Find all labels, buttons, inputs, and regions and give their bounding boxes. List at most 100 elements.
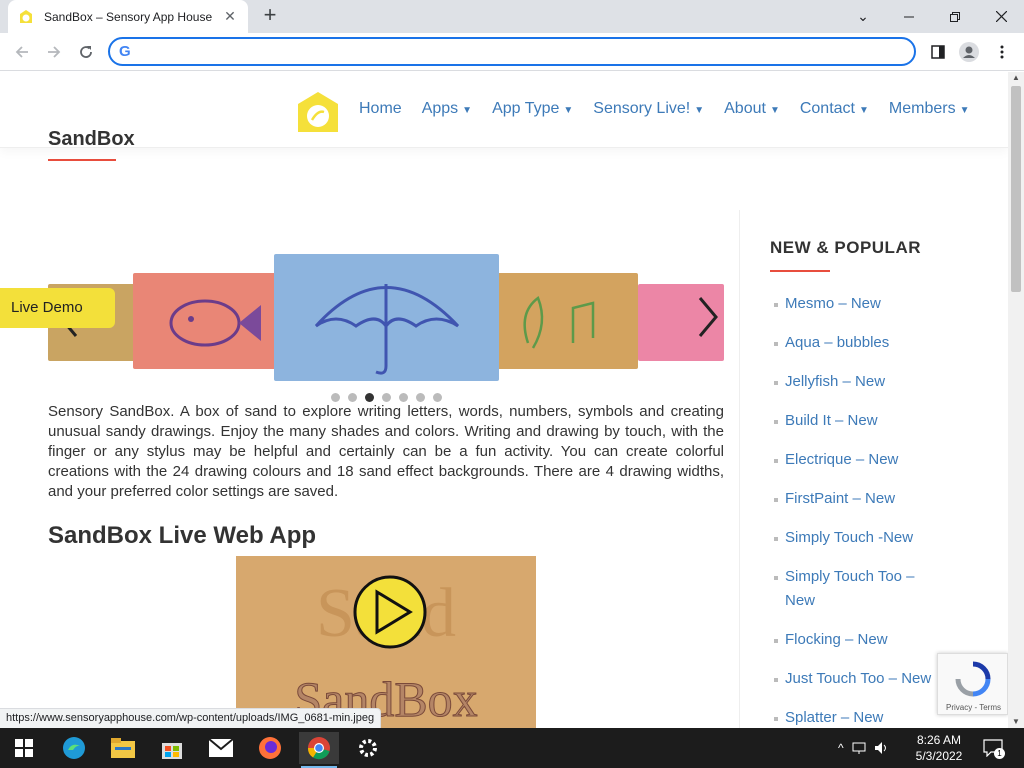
carousel-slide-sand-2[interactable]: [488, 273, 638, 369]
taskbar-store[interactable]: [152, 732, 192, 764]
post-description: Sensory SandBox. A box of sand to explor…: [48, 403, 724, 500]
sidebar-new-popular: NEW & POPULAR Mesmo – New Aqua – bubbles…: [770, 238, 950, 728]
caret-down-icon: ▼: [462, 105, 473, 116]
nav-item-sensory-live[interactable]: Sensory Live! ▼: [593, 100, 704, 118]
carousel-dot[interactable]: [331, 393, 340, 402]
video-thumbnail[interactable]: Sand SandBox: [236, 556, 536, 728]
carousel-dot[interactable]: [433, 393, 442, 402]
carousel-dot[interactable]: [416, 393, 425, 402]
minimize-button[interactable]: [886, 0, 932, 33]
sidebar-link[interactable]: Simply Touch -New: [770, 526, 950, 550]
windows-taskbar: ^ 8:26 AM 5/3/2022 1: [0, 728, 1024, 768]
sidebar-link[interactable]: Aqua – bubbles: [770, 331, 950, 355]
fish-drawing: [169, 299, 261, 347]
taskbar-mail[interactable]: [201, 732, 241, 764]
taskbar-firefox[interactable]: [250, 732, 290, 764]
minimize-icon: [904, 16, 914, 17]
section-heading: SandBox Live Web App: [48, 522, 317, 549]
network-icon[interactable]: [852, 741, 868, 755]
carousel-dot[interactable]: [399, 393, 408, 402]
taskbar-file-explorer[interactable]: [103, 732, 143, 764]
taskbar-edge[interactable]: [54, 732, 94, 764]
profile-avatar-icon: [959, 42, 979, 62]
browser-toolbar: G: [0, 33, 1024, 71]
google-icon: G: [119, 43, 131, 60]
back-button[interactable]: [9, 40, 35, 64]
windows-logo-icon: [15, 739, 33, 757]
live-demo-button[interactable]: Live Demo: [0, 288, 115, 328]
start-button[interactable]: [4, 732, 44, 764]
scroll-up-icon[interactable]: ▲: [1008, 72, 1024, 84]
clock-date: 5/3/2022: [915, 749, 963, 763]
address-input[interactable]: [144, 41, 904, 62]
carousel-slide-fish[interactable]: [133, 273, 283, 369]
reload-icon: [80, 46, 92, 58]
caret-down-icon: ▼: [959, 105, 970, 116]
side-panel-button[interactable]: [927, 41, 949, 63]
sidebar-link[interactable]: Build It – New: [770, 409, 950, 433]
nav-item-app-type[interactable]: App Type ▼: [492, 100, 573, 118]
sidebar-link[interactable]: Flocking – New: [770, 628, 950, 652]
notification-badge: 1: [994, 748, 1005, 759]
taskbar-clock[interactable]: 8:26 AM 5/3/2022: [908, 732, 970, 764]
close-window-button[interactable]: [978, 0, 1024, 33]
tab-search-icon[interactable]: ⌄: [840, 0, 886, 33]
page-scrollbar[interactable]: ▲ ▼: [1008, 72, 1024, 728]
carousel-next-icon[interactable]: [696, 296, 720, 338]
site-favicon-icon: [20, 9, 32, 23]
caret-down-icon: ▼: [858, 105, 869, 116]
sidebar-link[interactable]: Mesmo – New: [770, 292, 950, 316]
music-notes-drawing: [523, 296, 595, 349]
sidebar-title: NEW & POPULAR: [770, 238, 921, 257]
menu-button[interactable]: [991, 41, 1013, 63]
restore-button[interactable]: [932, 0, 978, 33]
restore-icon: [950, 11, 960, 22]
nav-item-about[interactable]: About ▼: [724, 100, 780, 118]
sidebar-link[interactable]: Splatter – New: [770, 706, 950, 728]
scroll-down-icon[interactable]: ▼: [1008, 716, 1024, 728]
address-bar[interactable]: G: [108, 37, 916, 66]
recaptcha-links[interactable]: Privacy - Terms: [938, 703, 1008, 712]
taskbar-chrome[interactable]: [299, 732, 339, 768]
nav-item-members[interactable]: Members ▼: [889, 100, 970, 118]
browser-tab[interactable]: SandBox – Sensory App House ✕: [8, 0, 248, 33]
sidebar-link[interactable]: Electrique – New: [770, 448, 950, 472]
carousel-dot[interactable]: [365, 393, 374, 402]
scrollbar-thumb[interactable]: [1011, 86, 1021, 292]
system-tray: ^: [838, 728, 890, 768]
side-panel-icon: [931, 45, 945, 59]
caret-down-icon: ▼: [563, 105, 574, 116]
reload-button[interactable]: [73, 40, 99, 64]
browser-tab-bar: SandBox – Sensory App House ✕ + ⌄: [0, 0, 1024, 33]
sidebar-link[interactable]: FirstPaint – New: [770, 487, 950, 511]
notification-center[interactable]: 1: [982, 728, 1005, 768]
tab-title: SandBox – Sensory App House: [44, 9, 213, 24]
image-carousel: [48, 254, 724, 384]
nav-item-home[interactable]: Home: [359, 100, 402, 118]
recaptcha-icon: [955, 661, 991, 697]
post-header: SandBox: [48, 128, 724, 161]
sidebar-link[interactable]: Just Touch Too – New: [770, 667, 950, 691]
profile-button[interactable]: [958, 41, 980, 63]
status-url: https://www.sensoryapphouse.com/wp-conte…: [0, 708, 382, 728]
caret-down-icon: ▼: [769, 105, 780, 116]
nav-item-apps[interactable]: Apps ▼: [422, 100, 472, 118]
volume-icon[interactable]: [874, 741, 890, 755]
carousel-dot[interactable]: [382, 393, 391, 402]
new-tab-button[interactable]: +: [258, 4, 282, 28]
forward-button[interactable]: [41, 40, 67, 64]
sidebar-link[interactable]: Jellyfish – New: [770, 370, 950, 394]
taskbar-settings[interactable]: [348, 732, 388, 764]
caret-down-icon: ▼: [694, 105, 705, 116]
forward-arrow-icon: [48, 46, 61, 58]
carousel-slide-umbrella[interactable]: [274, 254, 499, 381]
nav-item-contact[interactable]: Contact ▼: [800, 100, 869, 118]
recaptcha-badge[interactable]: Privacy - Terms: [937, 653, 1008, 715]
tab-close-icon[interactable]: ✕: [222, 8, 238, 25]
main-navigation: Home Apps ▼ App Type ▼ Sensory Live! ▼ Abou…: [359, 100, 989, 118]
chevron-up-icon[interactable]: ^: [838, 741, 844, 755]
carousel-dot[interactable]: [348, 393, 357, 402]
umbrella-drawing: [314, 284, 460, 375]
sidebar-link[interactable]: Simply Touch Too – New: [770, 565, 920, 613]
chrome-icon: [307, 737, 330, 760]
